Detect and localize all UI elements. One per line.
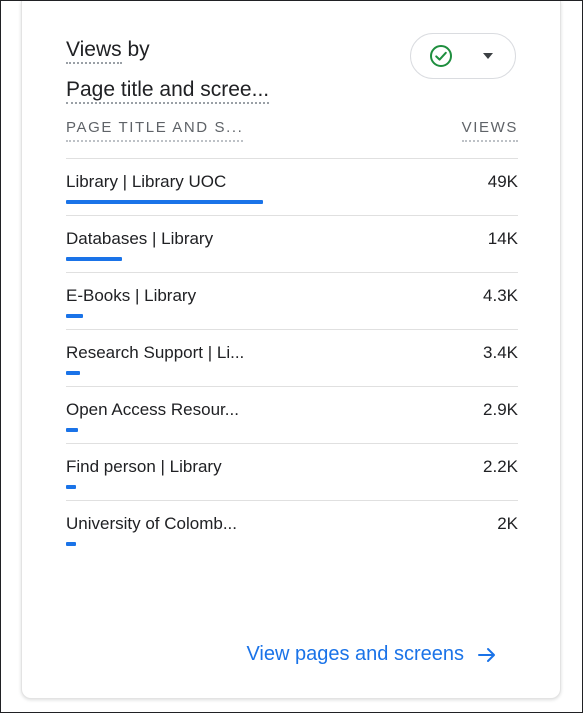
row-label: Find person | Library — [66, 457, 222, 476]
row-share-bar — [66, 371, 80, 375]
view-pages-and-screens-link[interactable]: View pages and screens — [246, 643, 496, 666]
chevron-down-icon — [483, 53, 493, 59]
row-value: 3.4K — [483, 343, 518, 362]
row-value: 2K — [497, 514, 518, 533]
metric-name[interactable]: Views — [66, 38, 122, 64]
row-share-bar — [66, 485, 76, 489]
column-header-dimension[interactable]: PAGE TITLE AND S... — [66, 119, 244, 142]
dimension-name[interactable]: Page title and scree... — [66, 78, 270, 104]
row-label: University of Colomb... — [66, 514, 237, 533]
row-label: Databases | Library — [66, 229, 214, 248]
row-label: Library | Library UOC — [66, 172, 227, 191]
row-value: 49K — [487, 172, 518, 191]
card-title-dimension: Page title and scree... — [66, 77, 270, 104]
arrow-right-icon — [478, 647, 495, 662]
comparison-dropdown-button[interactable] — [410, 33, 516, 79]
row-share-bar — [66, 542, 76, 546]
row-share-bar — [66, 428, 78, 432]
table-row[interactable]: Databases | Library 14K — [66, 215, 518, 272]
row-value: 14K — [487, 229, 518, 248]
row-value: 2.9K — [483, 400, 518, 419]
title-connector: by — [121, 38, 150, 61]
table-row[interactable]: University of Colomb... 2K — [66, 500, 518, 557]
row-value: 4.3K — [483, 286, 518, 305]
check-circle-icon — [430, 45, 452, 67]
row-label: E-Books | Library — [66, 286, 197, 305]
table-row[interactable]: Research Support | Li... 3.4K — [66, 329, 518, 386]
row-share-bar — [66, 257, 122, 261]
view-pages-link-label: View pages and screens — [246, 643, 464, 665]
column-header-views[interactable]: VIEWS — [461, 119, 518, 142]
table-row[interactable]: Library | Library UOC 49K — [66, 158, 518, 215]
row-share-bar — [66, 314, 83, 318]
screenshot-frame: Views by Page title and scree... PAGE TI… — [0, 0, 583, 713]
row-label: Open Access Resour... — [66, 400, 239, 419]
row-label: Research Support | Li... — [66, 343, 245, 362]
table-row[interactable]: E-Books | Library 4.3K — [66, 272, 518, 329]
views-by-page-card: Views by Page title and scree... PAGE TI… — [21, 1, 561, 699]
table-row[interactable]: Find person | Library 2.2K — [66, 443, 518, 500]
row-share-bar — [66, 200, 263, 204]
table-row[interactable]: Open Access Resour... 2.9K — [66, 386, 518, 443]
card-title-metric: Views by — [66, 37, 150, 64]
row-value: 2.2K — [483, 457, 518, 476]
